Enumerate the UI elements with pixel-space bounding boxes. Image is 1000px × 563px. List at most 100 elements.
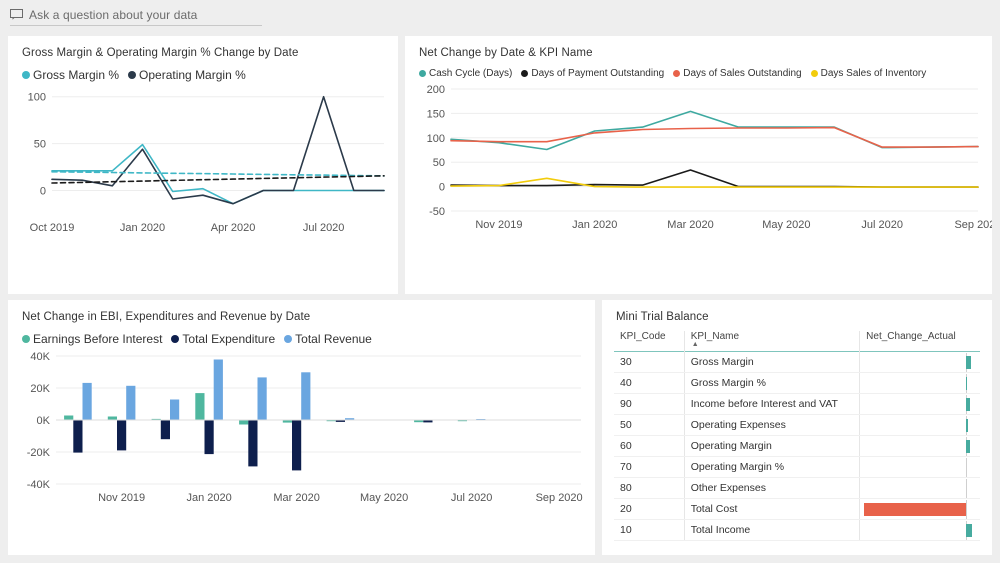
cell-kpi-code: 70	[614, 456, 685, 478]
column-header-kpi-code[interactable]: KPI_Code	[614, 331, 684, 352]
data-bar-track	[860, 373, 980, 393]
svg-text:Jul 2020: Jul 2020	[861, 219, 903, 231]
cell-net-change-actual	[859, 351, 980, 373]
series-line	[450, 110, 979, 151]
bar-segment	[73, 420, 83, 453]
chart-legend-net-change-ebi[interactable]: Earnings Before Interest Total Expenditur…	[8, 323, 595, 346]
cell-kpi-code: 10	[614, 519, 685, 541]
qna-bubble-icon	[10, 9, 23, 20]
table-title-mini-trial-balance: Mini Trial Balance	[616, 311, 709, 323]
net-change-kpi-legend-label: Days Sales of Inventory	[820, 68, 927, 79]
table-row[interactable]: 80 Other Expenses	[614, 477, 980, 499]
margin-change-legend-item[interactable]: Gross Margin %	[22, 68, 119, 82]
table-row[interactable]: 60 Operating Margin	[614, 435, 980, 457]
qna-search-input[interactable]: Ask a question about your data	[29, 8, 197, 22]
bar-segment	[204, 420, 214, 455]
chart-plot-margin-change[interactable]: 0 50 100 Oct 2019 Jan 2020 Apr 2020 Jul 2020	[8, 82, 398, 242]
svg-text:50: 50	[34, 139, 46, 151]
svg-text:Jan 2020: Jan 2020	[186, 492, 231, 504]
cell-net-change-actual	[859, 456, 980, 478]
svg-text:Mar 2020: Mar 2020	[667, 219, 713, 231]
cell-kpi-name: Operating Expenses	[683, 414, 860, 436]
qna-search-bar[interactable]: Ask a question about your data	[10, 4, 262, 26]
svg-text:Mar 2020: Mar 2020	[273, 492, 319, 504]
column-header-net-change-actual-label: Net_Change_Actual	[866, 331, 956, 342]
cell-net-change-actual	[859, 372, 980, 394]
svg-text:Jan 2020: Jan 2020	[120, 222, 165, 234]
cell-kpi-code: 50	[614, 414, 685, 436]
legend-swatch-icon	[22, 71, 30, 79]
cell-kpi-name: Operating Margin	[683, 435, 860, 457]
legend-swatch-icon	[128, 71, 137, 79]
cell-kpi-code: 60	[614, 435, 685, 457]
chart-legend-net-change-kpi[interactable]: Cash Cycle (Days) Days of Payment Outstan…	[405, 59, 992, 79]
table-row[interactable]: 40 Gross Margin %	[614, 372, 980, 394]
legend-swatch-icon	[284, 335, 293, 343]
net-change-ebi-legend-item[interactable]: Total Expenditure	[171, 332, 275, 346]
svg-text:0: 0	[40, 186, 46, 198]
data-bar-zero-line	[965, 373, 967, 393]
table-row[interactable]: 50 Operating Expenses	[614, 414, 980, 436]
net-change-kpi-legend-item[interactable]: Days Sales of Inventory	[810, 68, 927, 79]
bar-segment	[82, 382, 92, 420]
svg-text:100: 100	[28, 92, 46, 104]
cell-net-change-actual	[859, 414, 980, 436]
cell-kpi-name: Other Expenses	[683, 477, 860, 499]
margin-change-legend-label: Gross Margin %	[33, 68, 120, 82]
net-change-kpi-legend-item[interactable]: Days of Payment Outstanding	[521, 68, 664, 79]
data-bar	[965, 418, 969, 432]
chart-title-net-change-ebi: Net Change in EBI, Expenditures and Reve…	[22, 311, 311, 323]
net-change-ebi-legend-item[interactable]: Earnings Before Interest	[22, 332, 162, 346]
svg-text:50: 50	[433, 157, 445, 169]
net-change-kpi-legend-item[interactable]: Days of Sales Outstanding	[673, 68, 802, 79]
table-row[interactable]: 70 Operating Margin %	[614, 456, 980, 478]
chart-plot-net-change-ebi[interactable]: -40K -20K 0K 20K 40K Nov 2019 Jan 2020 Mar 2020…	[8, 346, 595, 514]
svg-text:May 2020: May 2020	[762, 219, 810, 231]
legend-swatch-icon	[521, 70, 529, 77]
data-bar-track	[860, 415, 980, 435]
chart-card-margin-change: Gross Margin & Operating Margin % Change…	[8, 36, 398, 294]
net-change-ebi-legend-label: Total Revenue	[295, 332, 372, 346]
net-change-kpi-legend-item[interactable]: Cash Cycle (Days)	[419, 68, 512, 79]
cell-kpi-code: 30	[614, 351, 685, 373]
dashboard-canvas: Ask a question about your data Gross Mar…	[0, 0, 1000, 563]
bar-segment	[107, 416, 117, 420]
svg-text:-20K: -20K	[27, 447, 51, 459]
cell-kpi-name: Operating Margin %	[683, 456, 860, 478]
data-bar-track	[860, 436, 980, 456]
table-header-row: KPI_Code KPI_Name ▲ Net_Change_Actual	[614, 331, 980, 352]
margin-change-legend-label: Operating Margin %	[139, 68, 246, 82]
svg-text:May 2020: May 2020	[360, 492, 408, 504]
column-header-kpi-name[interactable]: KPI_Name ▲	[683, 331, 860, 352]
table-row[interactable]: 10 Total Income	[614, 519, 980, 541]
data-bar	[965, 523, 973, 537]
bar-segment	[160, 420, 170, 440]
svg-text:Oct 2019: Oct 2019	[30, 222, 75, 234]
table-row[interactable]: 30 Gross Margin	[614, 351, 980, 373]
chart-legend-margin-change[interactable]: Gross Margin % Operating Margin %	[8, 59, 398, 82]
chart-title-net-change-kpi: Net Change by Date & KPI Name	[419, 47, 593, 59]
net-change-ebi-legend-item[interactable]: Total Revenue	[284, 332, 372, 346]
column-header-kpi-code-label: KPI_Code	[620, 331, 666, 342]
table-scroll-region[interactable]: KPI_Code KPI_Name ▲ Net_Change_Actual 30…	[602, 323, 992, 541]
series-line	[51, 175, 385, 184]
net-change-kpi-legend-label: Days of Sales Outstanding	[683, 68, 802, 79]
table-body: 30 Gross Margin 40 Gross Margin % 90 Income b…	[614, 351, 980, 541]
cell-kpi-name: Total Cost	[683, 498, 860, 520]
cell-kpi-code: 80	[614, 477, 685, 499]
margin-change-legend-item[interactable]: Operating Margin %	[128, 68, 246, 82]
table-row[interactable]: 20 Total Cost	[614, 498, 980, 520]
svg-text:Jul 2020: Jul 2020	[451, 492, 493, 504]
data-bar-track	[860, 520, 980, 540]
legend-swatch-icon	[22, 335, 30, 343]
net-change-ebi-legend-label: Total Expenditure	[182, 332, 276, 346]
svg-text:20K: 20K	[30, 383, 50, 395]
bar-segment	[170, 399, 180, 420]
bar-segment	[292, 420, 302, 471]
column-header-net-change-actual[interactable]: Net_Change_Actual	[859, 331, 980, 352]
data-bar	[965, 439, 970, 453]
legend-swatch-icon	[171, 335, 180, 343]
svg-text:Nov 2019: Nov 2019	[98, 492, 145, 504]
table-row[interactable]: 90 Income before Interest and VAT	[614, 393, 980, 415]
chart-plot-net-change-kpi[interactable]: -50 0 50 100 150 200 Nov 2019 Jan 2020 Mar 2020 M…	[405, 79, 992, 239]
